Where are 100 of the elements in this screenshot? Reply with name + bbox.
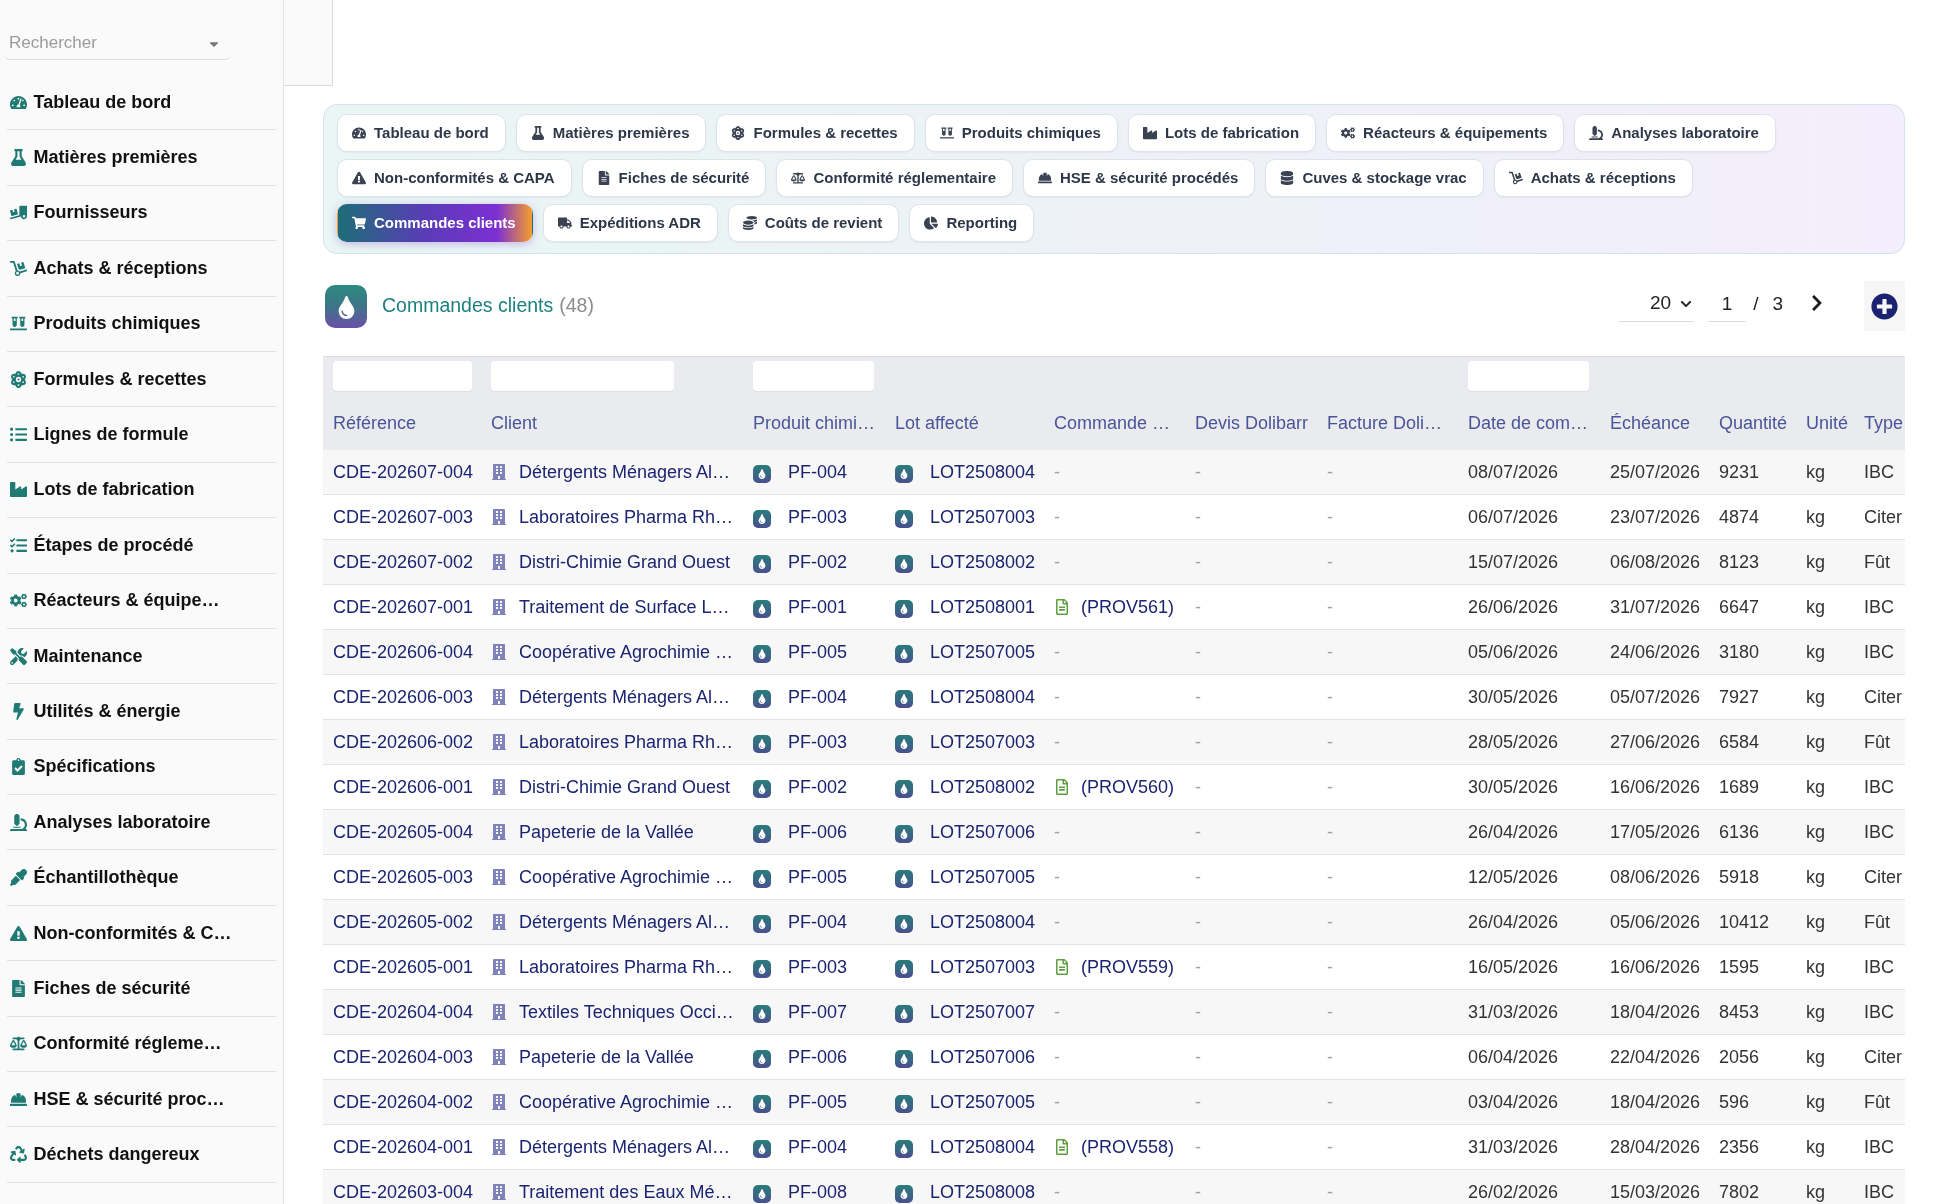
sidebar-item[interactable]: Matières premières <box>7 130 276 186</box>
client-link[interactable]: Traitement des Eaux Mé… <box>519 1178 733 1204</box>
product-link[interactable]: PF-002 <box>788 548 848 576</box>
lot-link[interactable]: LOT2508002 <box>930 548 1036 576</box>
reference-link[interactable]: CDE-202607-002 <box>333 548 474 576</box>
sidebar-item[interactable]: Réacteurs & équipe… <box>7 573 276 629</box>
reference-link[interactable]: CDE-202604-002 <box>333 1088 474 1116</box>
tab[interactable]: Conformité réglementaire <box>776 159 1013 197</box>
client-link[interactable]: Papeterie de la Vallée <box>519 818 694 846</box>
column-header[interactable]: Référence <box>333 410 417 437</box>
order-link[interactable]: (PROV560) <box>1081 773 1175 801</box>
lot-link[interactable]: LOT2508008 <box>930 1178 1036 1204</box>
tab[interactable]: Matières premières <box>515 114 707 152</box>
reference-link[interactable]: CDE-202604-001 <box>333 1133 474 1161</box>
sidebar-item[interactable]: Tableau de bord <box>7 75 276 131</box>
lot-link[interactable]: LOT2507003 <box>930 728 1036 756</box>
tab[interactable]: Lots de fabrication <box>1127 114 1317 152</box>
tab[interactable]: Cuves & stockage vrac <box>1265 159 1484 197</box>
product-link[interactable]: PF-005 <box>788 863 848 891</box>
filter-field[interactable] <box>1468 361 1589 391</box>
order-link[interactable]: (PROV559) <box>1081 953 1175 981</box>
column-header[interactable]: Commande … <box>1054 410 1171 437</box>
product-link[interactable]: PF-006 <box>788 1043 848 1071</box>
tab[interactable]: Achats & réceptions <box>1493 159 1693 197</box>
reference-link[interactable]: CDE-202606-001 <box>333 773 474 801</box>
tab[interactable]: Fiches de sécurité <box>581 159 767 197</box>
tab[interactable]: Non-conformités & CAPA <box>337 159 572 197</box>
client-link[interactable]: Laboratoires Pharma Rh… <box>519 953 734 981</box>
tab[interactable]: Expéditions ADR <box>542 204 718 242</box>
page-input[interactable]: 1 <box>1708 286 1747 322</box>
tab[interactable]: Tableau de bord <box>337 114 506 152</box>
tab[interactable]: Produits chimiques <box>924 114 1118 152</box>
sidebar-item[interactable]: Analyses laboratoire <box>7 795 276 851</box>
reference-link[interactable]: CDE-202604-003 <box>333 1043 474 1071</box>
column-header[interactable]: Lot affecté <box>895 410 979 437</box>
lot-link[interactable]: LOT2507003 <box>930 953 1036 981</box>
column-header[interactable]: Date de com… <box>1468 410 1589 437</box>
lot-link[interactable]: LOT2508004 <box>930 458 1036 486</box>
tab[interactable]: Analyses laboratoire <box>1574 114 1776 152</box>
sidebar-item[interactable]: Produits chimiques <box>7 296 276 352</box>
lot-link[interactable]: LOT2507003 <box>930 503 1036 531</box>
client-link[interactable]: Traitement de Surface L… <box>519 593 730 621</box>
reference-link[interactable]: CDE-202607-001 <box>333 593 474 621</box>
sidebar-item[interactable]: Lots de fabrication <box>7 462 276 519</box>
sidebar-item[interactable]: Conformité régleme… <box>7 1016 276 1073</box>
sidebar-item[interactable]: Fournisseurs <box>7 185 276 242</box>
filter-field[interactable] <box>753 361 874 391</box>
lot-link[interactable]: LOT2507005 <box>930 863 1036 891</box>
client-link[interactable]: Coopérative Agrochimie … <box>519 863 734 891</box>
tab[interactable]: Réacteurs & équipements <box>1326 114 1565 152</box>
client-link[interactable]: Coopérative Agrochimie … <box>519 1088 734 1116</box>
filter-field[interactable] <box>491 361 674 391</box>
lot-link[interactable]: LOT2507007 <box>930 998 1036 1026</box>
order-link[interactable]: (PROV561) <box>1081 593 1175 621</box>
reference-link[interactable]: CDE-202606-003 <box>333 683 474 711</box>
client-link[interactable]: Laboratoires Pharma Rh… <box>519 728 734 756</box>
add-button[interactable] <box>1864 281 1905 331</box>
sidebar-item[interactable]: Achats & réceptions <box>7 241 276 297</box>
client-link[interactable]: Papeterie de la Vallée <box>519 1043 694 1071</box>
product-link[interactable]: PF-003 <box>788 953 848 981</box>
client-link[interactable]: Distri-Chimie Grand Ouest <box>519 548 731 576</box>
lot-link[interactable]: LOT2508002 <box>930 773 1036 801</box>
lot-link[interactable]: LOT2507005 <box>930 1088 1036 1116</box>
sidebar-item[interactable]: HSE & sécurité proc… <box>7 1072 276 1128</box>
column-header[interactable]: Devis Dolibarr <box>1195 410 1309 437</box>
product-link[interactable]: PF-003 <box>788 728 848 756</box>
tab[interactable]: Formules & recettes <box>716 114 915 152</box>
order-link[interactable]: (PROV558) <box>1081 1133 1175 1161</box>
sidebar-item[interactable]: Maintenance <box>7 628 276 685</box>
column-header[interactable]: Échéance <box>1610 410 1691 437</box>
product-link[interactable]: PF-002 <box>788 773 848 801</box>
column-header[interactable]: Client <box>491 410 538 437</box>
sidebar-item[interactable]: Déchets dangereux <box>7 1127 276 1183</box>
client-link[interactable]: Distri-Chimie Grand Ouest <box>519 773 731 801</box>
reference-link[interactable]: CDE-202607-003 <box>333 503 474 531</box>
reference-link[interactable]: CDE-202607-004 <box>333 458 474 486</box>
product-link[interactable]: PF-004 <box>788 458 848 486</box>
column-header[interactable]: Quantité <box>1719 410 1788 437</box>
sidebar-item[interactable]: Fiches de sécurité <box>7 961 276 1017</box>
product-link[interactable]: PF-003 <box>788 503 848 531</box>
client-link[interactable]: Détergents Ménagers Al… <box>519 908 731 936</box>
sidebar-item[interactable]: Lignes de formule <box>7 407 276 463</box>
reference-link[interactable]: CDE-202605-002 <box>333 908 474 936</box>
filter-field[interactable] <box>333 361 472 391</box>
lot-link[interactable]: LOT2507006 <box>930 1043 1036 1071</box>
client-link[interactable]: Détergents Ménagers Al… <box>519 458 731 486</box>
product-link[interactable]: PF-004 <box>788 908 848 936</box>
client-link[interactable]: Détergents Ménagers Al… <box>519 1133 731 1161</box>
tab[interactable]: Coûts de revient <box>727 204 900 242</box>
client-link[interactable]: Coopérative Agrochimie … <box>519 638 734 666</box>
tab[interactable]: Reporting <box>909 204 1035 242</box>
lot-link[interactable]: LOT2508004 <box>930 1133 1036 1161</box>
product-link[interactable]: PF-008 <box>788 1178 848 1204</box>
tab[interactable]: Commandes clients <box>337 204 533 242</box>
product-link[interactable]: PF-004 <box>788 1133 848 1161</box>
product-link[interactable]: PF-005 <box>788 638 848 666</box>
client-link[interactable]: Textiles Techniques Occi… <box>519 998 734 1026</box>
lot-link[interactable]: LOT2508001 <box>930 593 1036 621</box>
sidebar-item[interactable]: Échantillothèque <box>7 850 276 906</box>
product-link[interactable]: PF-001 <box>788 593 848 621</box>
